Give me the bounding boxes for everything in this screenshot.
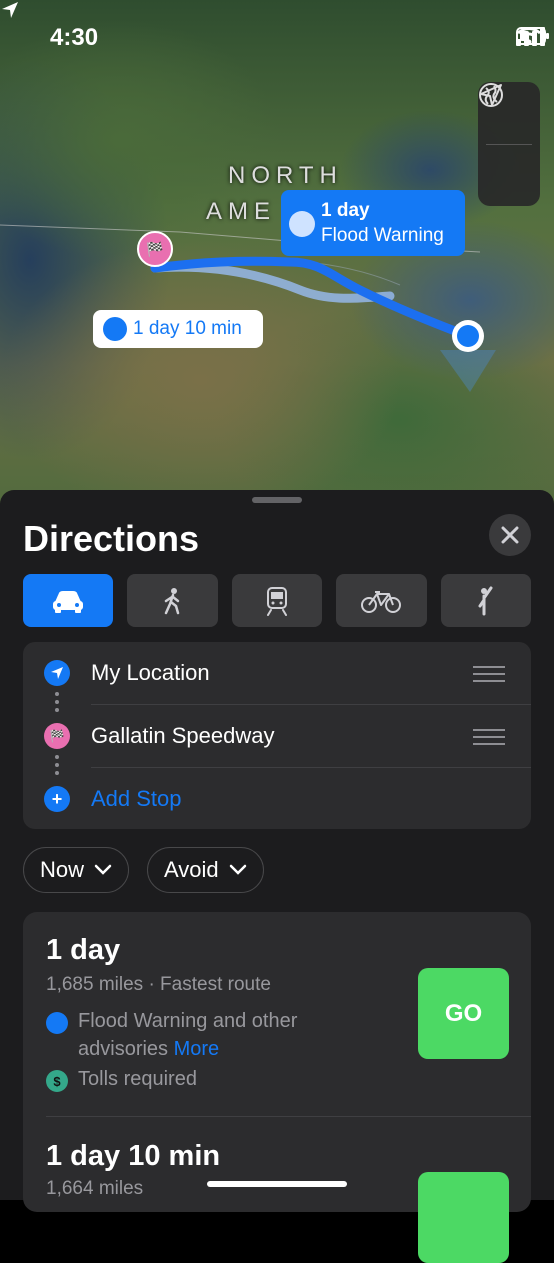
track-location-button[interactable]: [478, 84, 540, 207]
route-tolls: Tolls required: [78, 1068, 197, 1090]
hailing-person-icon: [478, 586, 493, 615]
transport-modes: [23, 574, 532, 627]
dollar-icon: $: [46, 1070, 68, 1092]
mode-drive-button[interactable]: [23, 574, 114, 627]
add-stop-button[interactable]: + Add Stop: [23, 768, 531, 830]
sheet-grabber[interactable]: [252, 497, 302, 503]
route-details: 1,685 miles · Fastest route: [46, 974, 271, 995]
primary-route-duration: 1 day: [321, 200, 370, 221]
advisory-more-link[interactable]: More: [174, 1038, 220, 1060]
walking-icon: [164, 587, 179, 614]
location-arrow-icon: [2, 2, 18, 18]
route-overlay: [0, 224, 496, 392]
alternate-route-duration: 1 day 10 min: [133, 318, 242, 339]
avoid-options-button[interactable]: Avoid: [147, 847, 264, 893]
status-time: 4:30: [50, 24, 99, 51]
directions-sheet: Directions My Location 🏁 Gallatin Speedw…: [0, 490, 554, 1263]
destination-pin[interactable]: 🏁: [137, 231, 173, 267]
go-button[interactable]: GO: [418, 968, 509, 1059]
go-button-partial[interactable]: [418, 1172, 509, 1263]
stops-list: My Location 🏁 Gallatin Speedway + Add St…: [23, 642, 531, 829]
stop-row-origin[interactable]: My Location: [23, 642, 531, 704]
checkered-flags-icon: 🏁: [146, 240, 164, 257]
mode-rideshare-button[interactable]: [440, 574, 532, 627]
routes-card: 1 day 1,685 miles · Fastest route Flood …: [23, 912, 531, 1263]
stop-label: Gallatin Speedway: [91, 723, 275, 748]
departure-time-label: Now: [40, 857, 85, 882]
route-advisory: Flood Warning and other: [78, 1010, 298, 1032]
chevron-down-icon: [94, 864, 112, 875]
route-advisory-line2: advisories More: [78, 1038, 219, 1061]
heading-cone: [440, 350, 496, 392]
add-stop-label: Add Stop: [91, 786, 182, 811]
rain-cloud-icon: [46, 1012, 68, 1034]
route-duration: 1 day: [46, 934, 121, 966]
status-bar: 4:30: [0, 0, 554, 70]
departure-time-button[interactable]: Now: [23, 847, 130, 893]
alternate-route-callout[interactable]: 1 day 10 min: [93, 310, 263, 348]
close-icon: [501, 526, 519, 544]
rain-cloud-icon: [103, 317, 127, 341]
bicycle-icon: [361, 590, 402, 613]
primary-route-callout[interactable]: 1 day Flood Warning: [281, 190, 465, 256]
route-duration: 1 day 10 min: [46, 1140, 221, 1172]
stop-label: My Location: [91, 660, 210, 685]
route-details: 1,664 miles: [46, 1178, 144, 1199]
reorder-handle-icon[interactable]: [473, 666, 505, 687]
map-view[interactable]: 4:30 NORTH AME 1 day Flood Warning 1 day…: [0, 0, 554, 520]
route-advisory-continued: advisories: [78, 1038, 169, 1060]
close-button[interactable]: [489, 514, 531, 556]
reorder-handle-icon[interactable]: [473, 729, 505, 750]
location-arrow-icon: [44, 660, 70, 686]
checkered-flags-icon: 🏁: [44, 723, 70, 749]
battery-icon: [516, 27, 549, 45]
stop-row-destination[interactable]: 🏁 Gallatin Speedway: [23, 705, 531, 767]
train-icon: [267, 586, 288, 616]
rain-cloud-icon: [289, 211, 315, 237]
home-indicator[interactable]: [207, 1181, 347, 1187]
car-icon: [53, 590, 84, 613]
mode-transit-button[interactable]: [231, 574, 323, 627]
current-location-inner: [457, 325, 479, 347]
mode-cycle-button[interactable]: [336, 574, 427, 627]
route-divider: [46, 1116, 531, 1117]
current-location-dot: [452, 320, 484, 352]
mode-walk-button[interactable]: [127, 574, 218, 627]
avoid-label: Avoid: [164, 857, 219, 882]
chevron-down-icon: [229, 864, 246, 875]
sheet-title: Directions: [23, 518, 200, 559]
location-arrow-outline-icon: [480, 84, 502, 106]
map-label-line2: AME: [206, 198, 277, 225]
primary-route-advisory: Flood Warning: [321, 225, 444, 246]
map-controls: [478, 82, 540, 206]
map-label-line1: NORTH: [228, 162, 343, 189]
plus-icon: +: [44, 786, 70, 812]
